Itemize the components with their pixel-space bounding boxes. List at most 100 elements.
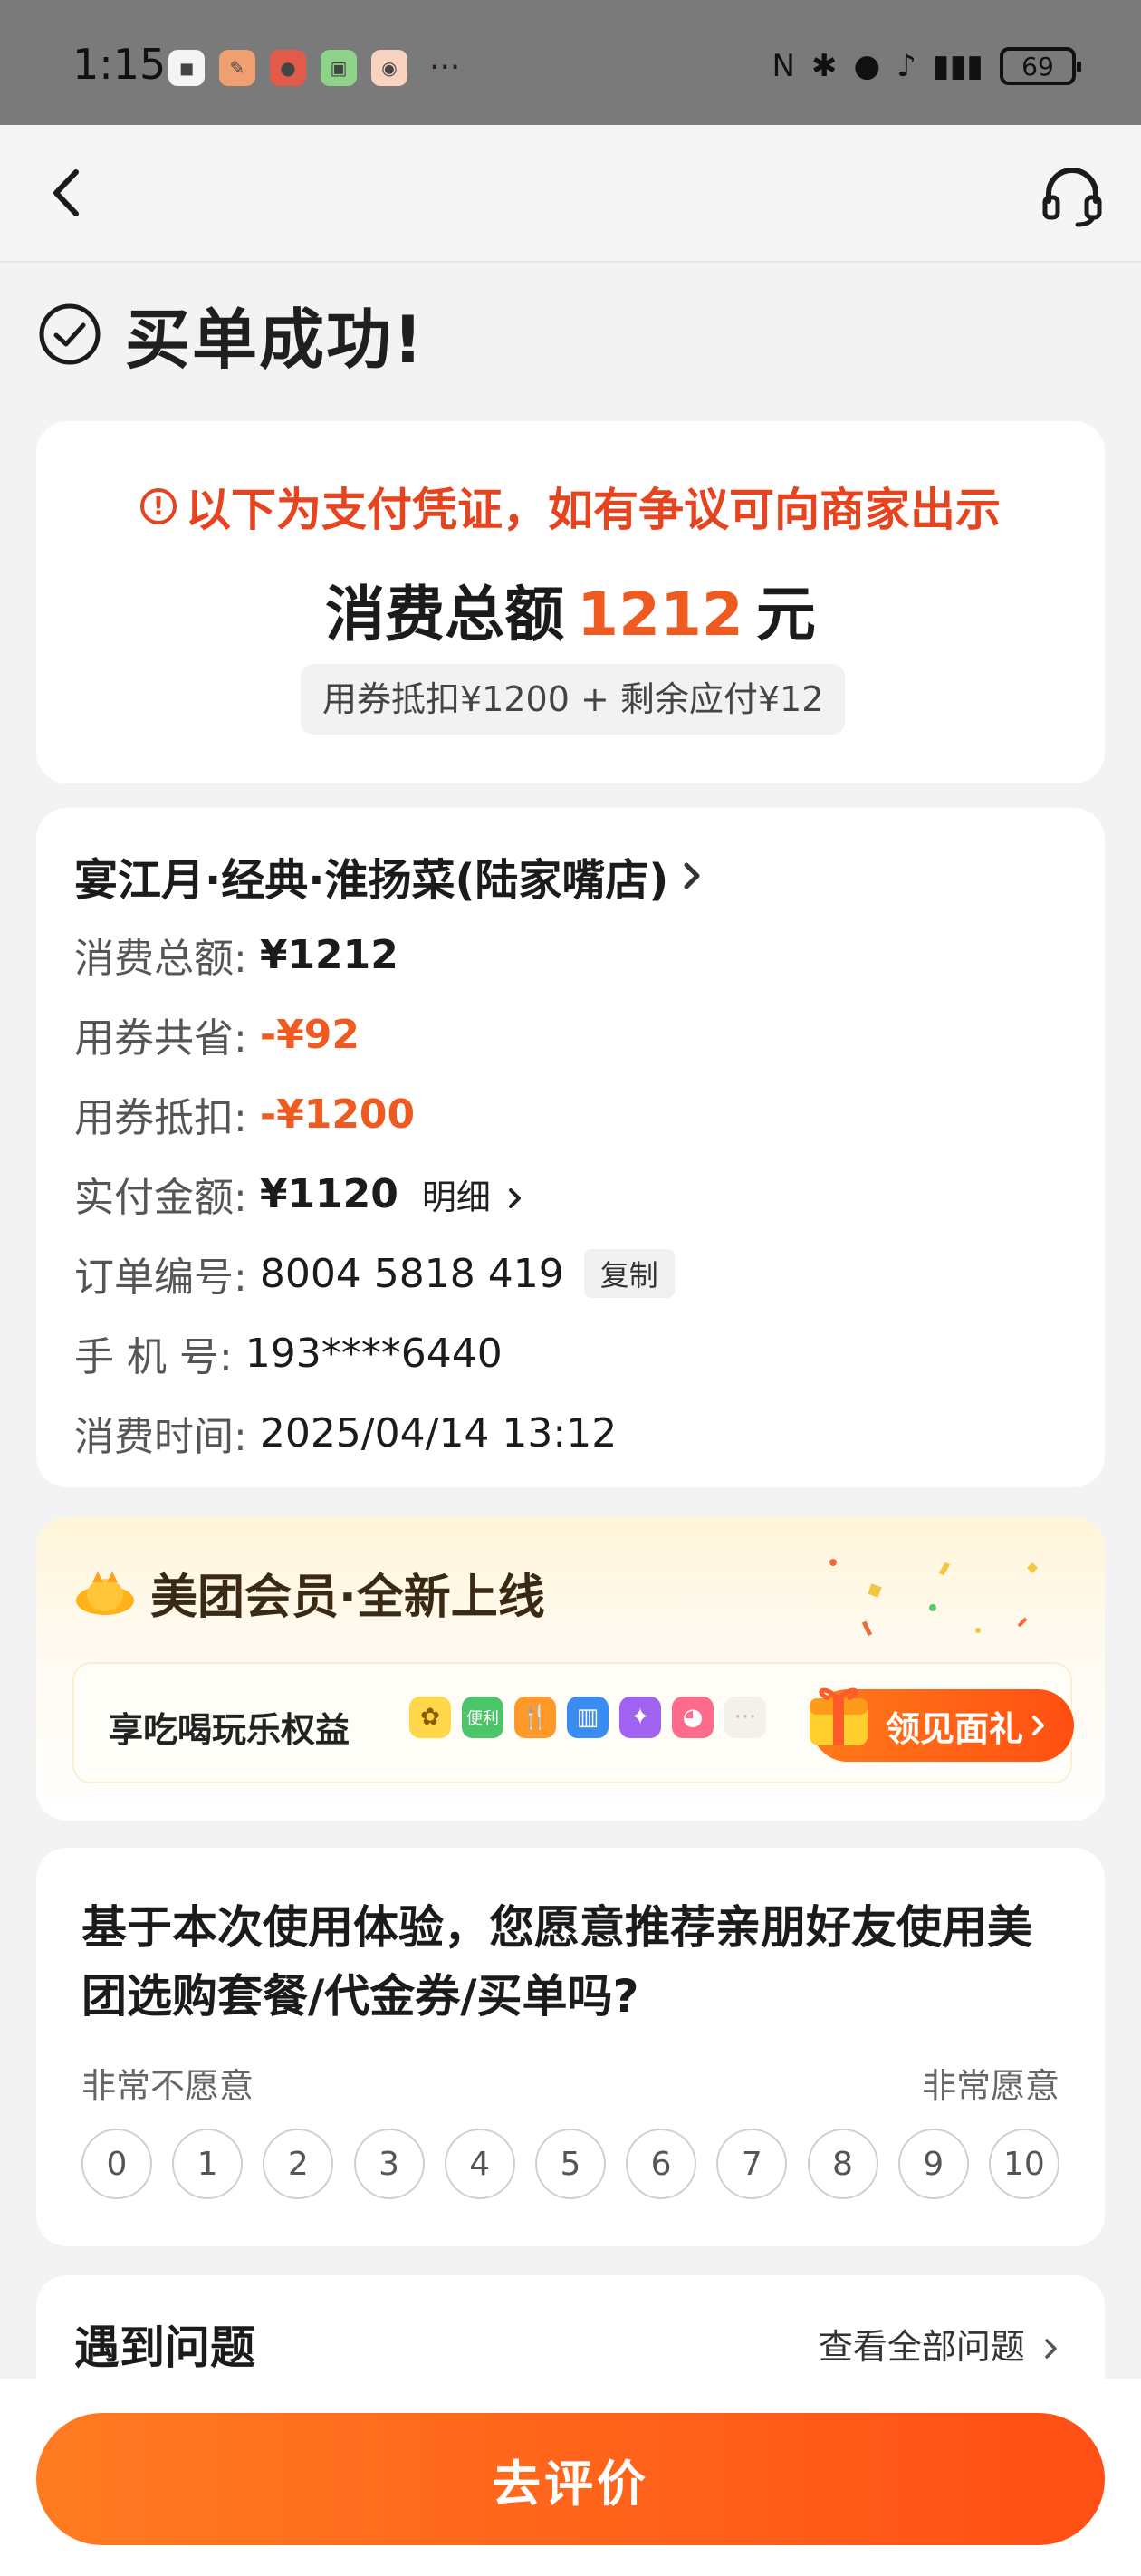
bottom-action-bar: 去评价 [0, 2379, 1141, 2576]
app-notification-icon: ◼ [168, 49, 205, 86]
chevron-right-icon [1045, 2339, 1057, 2359]
order-no-row: 订单编号: 8004 5818 419 复制 [74, 1245, 675, 1302]
shop-link[interactable]: 宴江月·经典·淮扬菜(陆家嘴店) [74, 844, 706, 908]
row-value: ¥1212 [259, 931, 398, 978]
nps-score-button[interactable]: 0 [82, 2129, 152, 2199]
location-icon: ● [853, 48, 881, 84]
benefit-icons: ✿ 便利 🍴 ▥ ✦ ◕ ··· [409, 1697, 766, 1738]
saved-row: 用券共省: -¥92 [74, 1005, 360, 1063]
deduct-summary: 用券抵扣¥1200 + 剩余应付¥12 [301, 664, 846, 735]
deduct-row: 用券抵扣: -¥1200 [74, 1085, 415, 1143]
app-notification-icon: ▣ [321, 49, 357, 86]
phone-row: 手 机 号: 193****6440 [74, 1324, 503, 1382]
time-row: 消费时间: 2025/04/14 13:12 [74, 1404, 617, 1462]
back-button[interactable] [36, 161, 100, 225]
more-icon: ··· [724, 1697, 766, 1738]
confetti-decoration [829, 1559, 1038, 1637]
nps-score-button[interactable]: 1 [172, 2129, 244, 2199]
row-value: 8004 5818 419 [259, 1250, 564, 1297]
nav-bar [0, 125, 1141, 263]
chevron-right-icon [1032, 1716, 1044, 1735]
check-circle-icon [39, 303, 101, 364]
membership-benefit-strip[interactable]: 享吃喝玩乐权益 ✿ 便利 🍴 ▥ ✦ ◕ ··· 领见面礼 [72, 1662, 1074, 1783]
total-amount-line: 消费总额 1212 元 [36, 566, 1105, 653]
nps-score-button[interactable]: 10 [988, 2129, 1060, 2199]
view-all-problems-link[interactable]: 查看全部问题 [819, 2319, 1061, 2369]
voucher-notice: ! 以下为支付凭证，如有争议可向商家出示 [36, 474, 1105, 539]
total-unit: 元 [755, 580, 816, 649]
row-label: 消费总额: [74, 936, 247, 982]
nfc-icon: N [772, 48, 795, 84]
headset-icon [1042, 168, 1102, 227]
row-label: 用券抵扣: [74, 1095, 247, 1141]
detail-label: 明细 [421, 1177, 491, 1217]
status-bar: 1:15 ◼ ✎ ● ▣ ◉ ··· N ✱ ● ♪ ▮▮▮ 69 [0, 0, 1141, 125]
membership-title: 美团会员·全新上线 [72, 1559, 545, 1627]
paid-row: 实付金额: ¥1120 明细 [74, 1165, 525, 1223]
chevron-left-icon [53, 169, 79, 216]
nps-question: 基于本次使用体验，您愿意推荐亲朋好友使用美团选购套餐/代金券/买单吗? [82, 1901, 1032, 2023]
bluetooth-icon: ✱ [810, 48, 838, 84]
signal-icon: ▮▮▮ [932, 48, 983, 84]
app-notification-icon: ◉ [371, 49, 408, 86]
row-value: -¥1200 [259, 1091, 416, 1138]
customer-service-button[interactable] [1038, 161, 1107, 230]
nps-low-label: 非常不愿意 [82, 2066, 254, 2106]
octopus-icon: ◕ [672, 1697, 714, 1738]
chevron-right-icon [684, 862, 700, 889]
dining-icon: 🍴 [514, 1697, 556, 1738]
status-indicators: N ✱ ● ♪ ▮▮▮ 69 [772, 47, 1081, 85]
success-heading: 买单成功! [38, 286, 425, 381]
row-label: 实付金额: [74, 1175, 247, 1221]
write-review-button[interactable]: 去评价 [36, 2413, 1105, 2545]
nps-scale: 0 1 2 3 4 5 6 7 8 9 10 [82, 2129, 1060, 2199]
claim-gift-button[interactable]: 领见面礼 [810, 1687, 1074, 1762]
game-icon: ✦ [619, 1697, 661, 1738]
order-details-card: 宴江月·经典·淮扬菜(陆家嘴店) 消费总额: ¥1212 用券共省: -¥92 … [36, 808, 1105, 1487]
nps-score-button[interactable]: 6 [626, 2129, 697, 2199]
battery-level: 69 [1021, 51, 1054, 82]
status-app-icons: ◼ ✎ ● ▣ ◉ ··· [168, 49, 460, 86]
row-value: 193****6440 [244, 1330, 503, 1377]
convenience-icon: 便利 [462, 1697, 503, 1738]
total-row: 消费总额: ¥1212 [74, 926, 398, 984]
warning-icon: ! [140, 488, 177, 524]
copy-button[interactable]: 复制 [583, 1249, 675, 1298]
total-amount: 1212 [577, 580, 743, 649]
nps-score-button[interactable]: 5 [534, 2129, 606, 2199]
row-value: -¥92 [259, 1011, 360, 1058]
nps-score-button[interactable]: 7 [716, 2129, 788, 2199]
app-notification-icon: ✎ [219, 49, 255, 86]
voucher-notice-text: 以下为支付凭证，如有争议可向商家出示 [186, 484, 1001, 536]
row-label: 用券共省: [74, 1015, 247, 1062]
row-value: ¥1120 [259, 1170, 398, 1217]
bunny-icon: ✿ [409, 1697, 451, 1738]
nps-score-button[interactable]: 3 [353, 2129, 425, 2199]
nps-survey-card: 基于本次使用体验，您愿意推荐亲朋好友使用美团选购套餐/代金券/买单吗? 非常不愿… [36, 1848, 1105, 2246]
shop-name: 宴江月·经典·淮扬菜(陆家嘴店) [74, 855, 669, 906]
nps-score-button[interactable]: 9 [897, 2129, 969, 2199]
status-time: 1:15 [72, 40, 167, 89]
problems-title: 遇到问题 [74, 2321, 255, 2374]
benefit-text: 享吃喝玩乐权益 [109, 1710, 350, 1750]
total-label: 消费总额 [325, 580, 565, 649]
hotel-icon: ▥ [567, 1697, 609, 1738]
gift-box-icon [810, 1687, 868, 1745]
more-notifications-icon: ··· [429, 49, 461, 86]
row-label: 订单编号: [74, 1254, 247, 1301]
row-label: 手 机 号: [74, 1334, 233, 1380]
membership-title-text: 美团会员·全新上线 [150, 1571, 545, 1625]
row-value: 2025/04/14 13:12 [259, 1409, 618, 1456]
membership-logo-icon [76, 1571, 134, 1615]
detail-link[interactable]: 明细 [422, 1169, 525, 1219]
nps-score-button[interactable]: 2 [263, 2129, 334, 2199]
nps-score-button[interactable]: 8 [807, 2129, 878, 2199]
nps-high-label: 非常愿意 [921, 2066, 1060, 2106]
battery-icon: 69 [1000, 47, 1081, 85]
row-label: 消费时间: [74, 1414, 247, 1460]
success-title: 买单成功! [125, 302, 425, 378]
membership-card[interactable]: 美团会员·全新上线 享吃喝玩乐权益 ✿ 便利 🍴 ▥ ✦ ◕ ··· 领见面礼 [36, 1517, 1105, 1821]
nps-score-button[interactable]: 4 [444, 2129, 515, 2199]
app-notification-icon: ● [270, 49, 306, 86]
claim-gift-label: 领见面礼 [885, 1708, 1023, 1749]
